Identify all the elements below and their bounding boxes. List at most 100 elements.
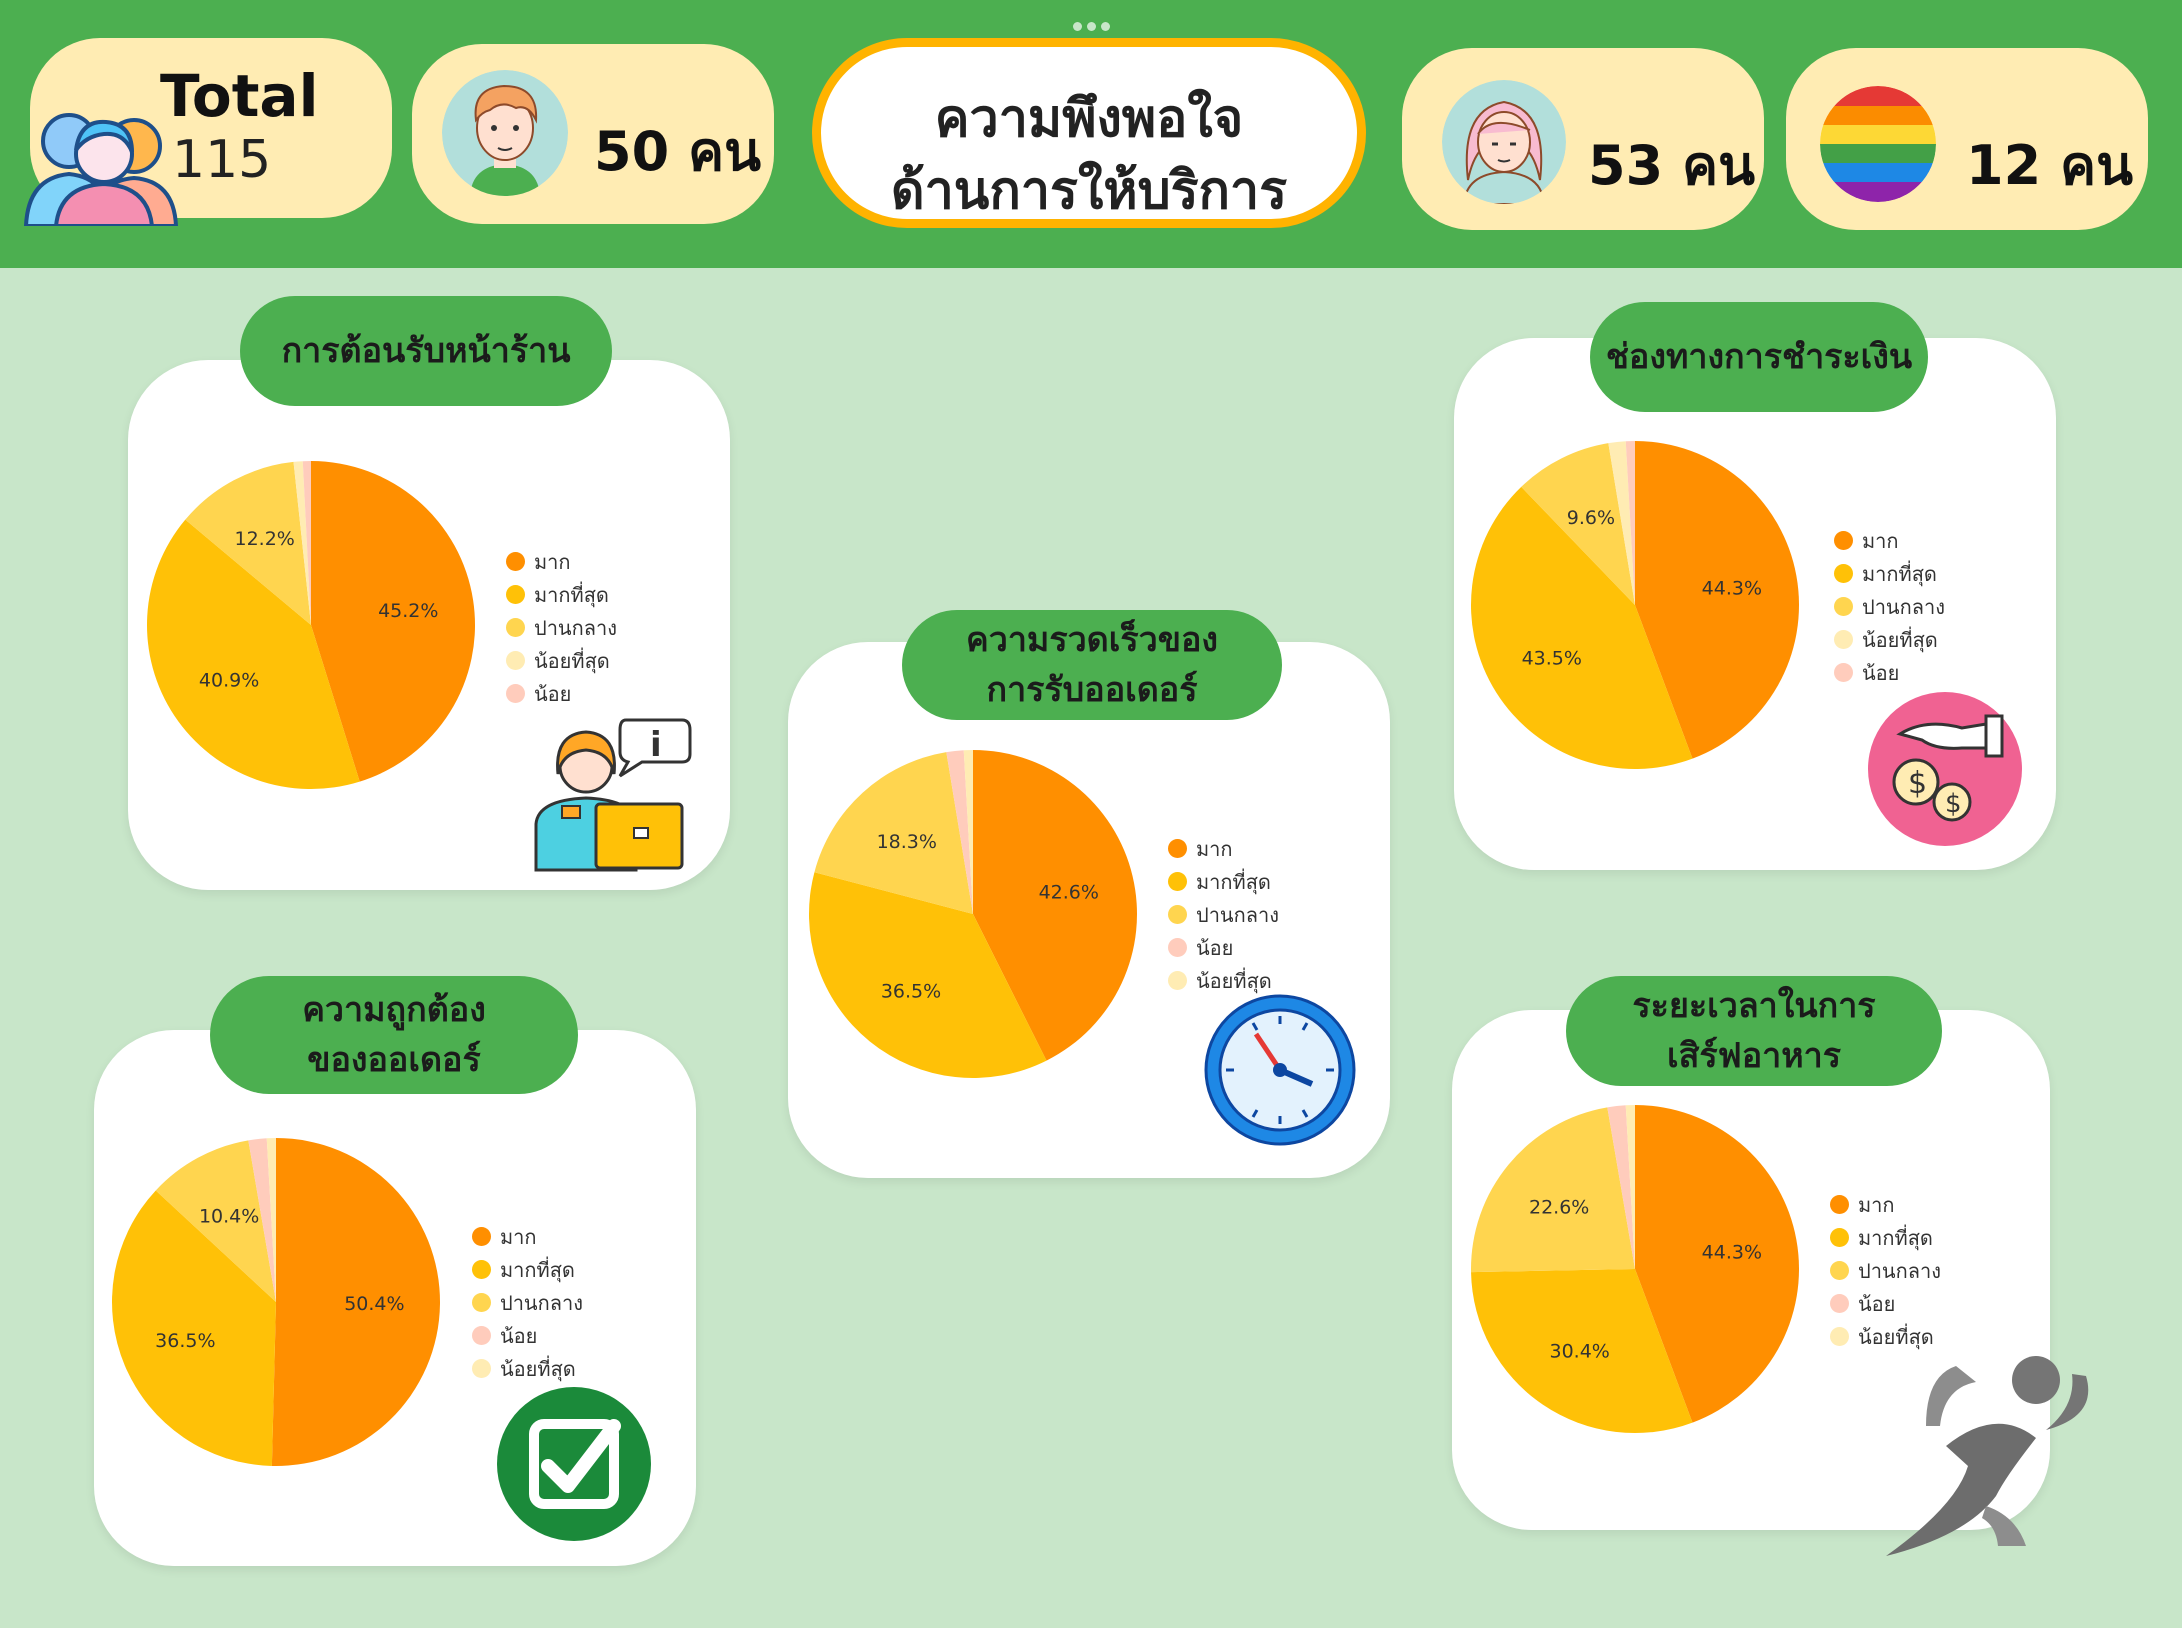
legend-label: มาก: [534, 549, 571, 574]
serve-time-title-line1: ระยะเวลาในการ: [1632, 986, 1876, 1026]
main-title-line1: ความพึงพอใจ: [934, 89, 1244, 149]
legend-swatch: [1830, 1195, 1849, 1214]
legend-label: มาก: [1196, 836, 1233, 861]
legend-item: น้อย: [1834, 656, 1945, 689]
legend-label: น้อย: [500, 1323, 538, 1348]
legend-item: มาก: [1830, 1188, 1941, 1221]
legend-label: มากที่สุด: [1858, 1225, 1933, 1250]
accuracy-title-line1: ความถูกต้อง: [302, 990, 486, 1030]
accuracy-title-line2: ของออเดอร์: [307, 1040, 481, 1080]
svg-text:i: i: [650, 725, 662, 765]
serve-time-title-line2: เสิร์ฟอาหาร: [1667, 1036, 1841, 1076]
legend-item: น้อยที่สุด: [472, 1352, 583, 1385]
pie-slice-label: 50.4%: [344, 1293, 404, 1315]
reception-title-text: การต้อนรับหน้าร้าน: [281, 331, 571, 371]
legend-swatch: [472, 1326, 491, 1345]
pie-slice-label: 18.3%: [877, 831, 937, 853]
legend-label: มาก: [1862, 528, 1899, 553]
female-pill: 53 คน: [1402, 48, 1764, 230]
pie-slice-label: 30.4%: [1550, 1340, 1610, 1362]
male-pill: 50 คน: [412, 44, 774, 224]
pie-slice-label: 44.3%: [1702, 1241, 1762, 1263]
legend-item: มาก: [472, 1220, 583, 1253]
legend-label: ปานกลาง: [534, 615, 617, 640]
speed-title-line2: การรับออเดอร์: [986, 670, 1198, 710]
runner-icon: [1886, 1356, 2089, 1556]
pie-slice-label: 12.2%: [235, 528, 295, 550]
legend-item: มากที่สุด: [506, 578, 617, 611]
legend-swatch: [1168, 872, 1187, 891]
legend-swatch: [1168, 971, 1187, 990]
legend-item: น้อยที่สุด: [506, 644, 617, 677]
accuracy-card-title: ความถูกต้อง ของออเดอร์: [210, 976, 578, 1094]
legend-label: ปานกลาง: [1862, 594, 1945, 619]
legend-label: มาก: [500, 1224, 537, 1249]
total-value: 115: [172, 130, 272, 190]
legend-swatch: [506, 552, 525, 571]
legend-swatch: [1830, 1261, 1849, 1280]
clock-icon: [1204, 994, 1356, 1146]
legend-label: มาก: [1858, 1192, 1895, 1217]
legend-label: มากที่สุด: [1196, 869, 1271, 894]
legend-swatch: [472, 1260, 491, 1279]
main-title-pill: ความพึงพอใจ ด้านการให้บริการ: [812, 38, 1366, 228]
money-hand-icon: $ $: [1868, 692, 2022, 846]
reception-legend: มาก มากที่สุด ปานกลาง น้อยที่สุด น้อย: [506, 545, 617, 710]
pie-slice-label: 36.5%: [155, 1330, 215, 1352]
legend-item: ปานกลาง: [1168, 898, 1279, 931]
legend-swatch: [506, 651, 525, 670]
legend-item: มากที่สุด: [1830, 1221, 1941, 1254]
svg-text:$: $: [1908, 766, 1927, 801]
legend-item: ปานกลาง: [1830, 1254, 1941, 1287]
legend-item: มากที่สุด: [1168, 865, 1279, 898]
pie-slice-label: 42.6%: [1039, 881, 1099, 903]
legend-swatch: [506, 585, 525, 604]
female-count: 53 คน: [1588, 134, 1755, 197]
legend-swatch: [1830, 1327, 1849, 1346]
serve-time-pie-chart: 44.3% 30.4% 22.6%: [1471, 1105, 1799, 1433]
serve-time-legend: มาก มากที่สุด ปานกลาง น้อย น้อยที่สุด: [1830, 1188, 1941, 1353]
speed-card-title: ความรวดเร็วของ การรับออเดอร์: [902, 610, 1282, 720]
legend-item: น้อยที่สุด: [1834, 623, 1945, 656]
legend-label: มากที่สุด: [534, 582, 609, 607]
legend-swatch: [1834, 531, 1853, 550]
pie-slice-label: 40.9%: [199, 670, 259, 692]
more-dots-icon[interactable]: [1073, 16, 1119, 31]
female-avatar-icon: [1442, 80, 1566, 204]
legend-label: น้อย: [1196, 935, 1234, 960]
pie-slice-label: 22.6%: [1529, 1196, 1589, 1218]
rainbow-flag-icon: [1820, 86, 1936, 202]
lgbt-pill: 12 คน: [1786, 48, 2148, 230]
legend-item: ปานกลาง: [472, 1286, 583, 1319]
legend-swatch: [1168, 938, 1187, 957]
pie-slice-label: 43.5%: [1522, 647, 1582, 669]
speed-pie-chart: 42.6% 36.5% 18.3%: [809, 750, 1137, 1078]
payment-pie-chart: 44.3% 43.5% 9.6%: [1471, 441, 1799, 769]
accuracy-pie-chart: 50.4% 36.5% 10.4%: [112, 1138, 441, 1466]
legend-label: มากที่สุด: [1862, 561, 1937, 586]
payment-legend: มาก มากที่สุด ปานกลาง น้อยที่สุด น้อย: [1834, 524, 1945, 689]
total-label: Total: [160, 62, 319, 130]
legend-label: ปานกลาง: [1196, 902, 1279, 927]
main-title-line2: ด้านการให้บริการ: [890, 161, 1288, 221]
legend-label: น้อยที่สุด: [1862, 627, 1938, 652]
reception-card-title: การต้อนรับหน้าร้าน: [240, 296, 612, 406]
legend-swatch: [1830, 1228, 1849, 1247]
legend-item: มากที่สุด: [472, 1253, 583, 1286]
legend-swatch: [506, 684, 525, 703]
legend-swatch: [1834, 630, 1853, 649]
legend-item: มาก: [506, 545, 617, 578]
legend-label: น้อยที่สุด: [500, 1356, 576, 1381]
legend-label: น้อย: [1862, 660, 1900, 685]
legend-swatch: [506, 618, 525, 637]
legend-swatch: [472, 1359, 491, 1378]
legend-item: ปานกลาง: [506, 611, 617, 644]
speed-legend: มาก มากที่สุด ปานกลาง น้อย น้อยที่สุด: [1168, 832, 1279, 997]
speed-title-line1: ความรวดเร็วของ: [965, 620, 1218, 660]
legend-label: ปานกลาง: [1858, 1258, 1941, 1283]
payment-card-title: ช่องทางการชำระเงิน: [1590, 302, 1928, 412]
legend-swatch: [1834, 597, 1853, 616]
legend-item: น้อย: [1168, 931, 1279, 964]
total-pill: Total 115: [23, 38, 392, 226]
accuracy-legend: มาก มากที่สุด ปานกลาง น้อย น้อยที่สุด: [472, 1220, 583, 1385]
